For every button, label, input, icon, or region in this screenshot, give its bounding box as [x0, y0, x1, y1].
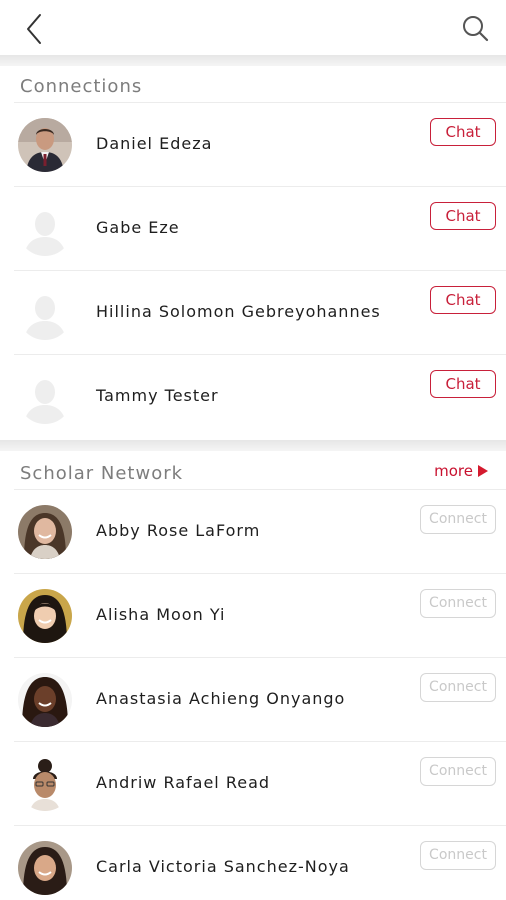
connection-row[interactable]: Gabe Eze Chat [0, 186, 506, 270]
connection-row[interactable]: Daniel Edeza Chat [0, 102, 506, 186]
row-separator [14, 573, 506, 574]
connection-row[interactable]: Tammy Tester Chat [0, 354, 506, 438]
chevron-left-icon [27, 14, 41, 44]
user-placeholder-icon [24, 380, 66, 424]
scholar-name: Andriw Rafael Read [96, 773, 271, 792]
row-separator [14, 354, 506, 355]
avatar-placeholder [18, 202, 72, 256]
section-divider [0, 440, 506, 451]
scholar-row[interactable]: Alisha Moon Yi Connect [0, 573, 506, 657]
more-label: more [434, 462, 473, 480]
avatar [18, 757, 72, 811]
scholar-name: Abby Rose LaForm [96, 521, 261, 540]
avatar-placeholder [18, 370, 72, 424]
user-placeholder-icon [24, 296, 66, 340]
connections-title: Connections [20, 76, 143, 97]
back-button[interactable] [16, 8, 56, 48]
scholar-row[interactable]: Anastasia Achieng Onyango Connect [0, 657, 506, 741]
avatar [18, 673, 72, 727]
connect-button[interactable]: Connect [420, 757, 496, 786]
connection-name: Hillina Solomon Gebreyohannes [96, 302, 381, 321]
connection-name: Daniel Edeza [96, 134, 213, 153]
play-arrow-icon [478, 465, 488, 477]
avatar-placeholder [18, 286, 72, 340]
more-link[interactable]: more [434, 462, 488, 480]
row-separator [14, 102, 506, 103]
chat-button[interactable]: Chat [430, 118, 496, 146]
scholar-network-title: Scholar Network [20, 463, 184, 484]
search-button[interactable] [456, 8, 496, 48]
section-divider [0, 55, 506, 66]
scholar-row[interactable]: Andriw Rafael Read Connect [0, 741, 506, 825]
scholar-name: Anastasia Achieng Onyango [96, 689, 346, 708]
scholar-row[interactable]: Abby Rose LaForm Connect [0, 489, 506, 573]
avatar [18, 841, 72, 895]
connect-button[interactable]: Connect [420, 841, 496, 870]
user-placeholder-icon [24, 212, 66, 256]
row-separator [14, 186, 506, 187]
scholar-row[interactable]: Carla Victoria Sanchez-Noya Connect [0, 825, 506, 900]
search-icon [463, 16, 489, 42]
scholar-name: Alisha Moon Yi [96, 605, 226, 624]
avatar [18, 505, 72, 559]
chat-button[interactable]: Chat [430, 202, 496, 230]
screen: Connections Daniel Edeza Chat Gabe Eze C… [0, 0, 506, 900]
connect-button[interactable]: Connect [420, 589, 496, 618]
connect-button[interactable]: Connect [420, 505, 496, 534]
chat-button[interactable]: Chat [430, 286, 496, 314]
avatar [18, 118, 72, 172]
connection-name: Tammy Tester [96, 386, 219, 405]
connect-button[interactable]: Connect [420, 673, 496, 702]
connection-row[interactable]: Hillina Solomon Gebreyohannes Chat [0, 270, 506, 354]
connection-name: Gabe Eze [96, 218, 180, 237]
avatar [18, 589, 72, 643]
top-bar [0, 0, 506, 55]
scholar-name: Carla Victoria Sanchez-Noya [96, 857, 350, 876]
chat-button[interactable]: Chat [430, 370, 496, 398]
